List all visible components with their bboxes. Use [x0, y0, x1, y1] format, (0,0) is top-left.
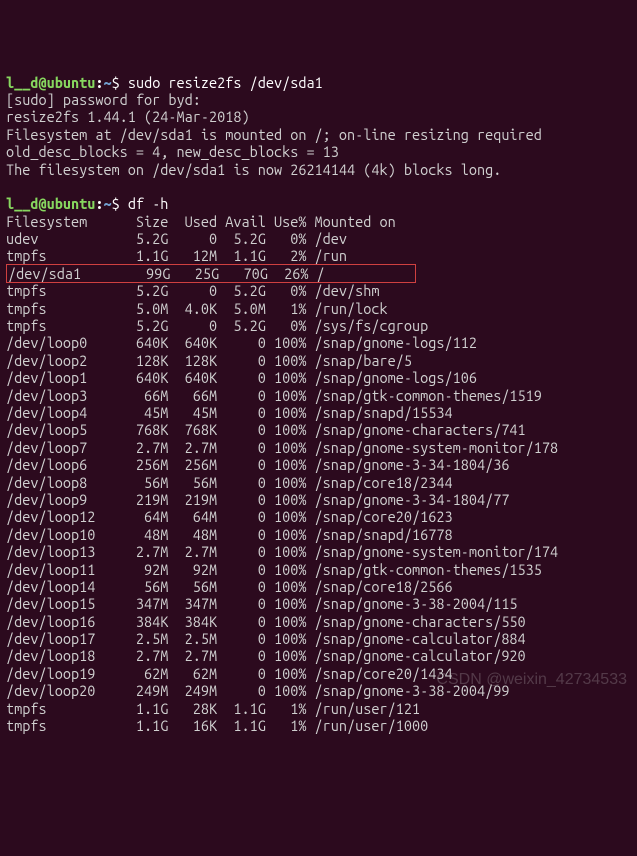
df-row: /dev/loop17 2.5M 2.5M 0 100% /snap/gnome…: [6, 630, 526, 647]
df-row: /dev/loop14 56M 56M 0 100% /snap/core18/…: [6, 578, 453, 595]
output-line: The filesystem on /dev/sda1 is now 26214…: [6, 161, 501, 178]
command-text: sudo resize2fs /dev/sda1: [128, 74, 323, 91]
df-row: /dev/loop2 128K 128K 0 100% /snap/bare/5: [6, 352, 412, 369]
output-line: resize2fs 1.44.1 (24-Mar-2018): [6, 108, 250, 125]
df-row: tmpfs 5.2G 0 5.2G 0% /dev/shm: [6, 282, 380, 299]
df-row: /dev/loop1 640K 640K 0 100% /snap/gnome-…: [6, 369, 477, 386]
df-row: tmpfs 5.2G 0 5.2G 0% /sys/fs/cgroup: [6, 317, 428, 334]
terminal[interactable]: l__d@ubuntu:~$ sudo resize2fs /dev/sda1 …: [6, 74, 631, 735]
prompt-line-2: l__d@ubuntu:~$ df -h: [6, 195, 168, 212]
df-row: /dev/loop18 2.7M 2.7M 0 100% /snap/gnome…: [6, 647, 526, 664]
df-row: /dev/loop0 640K 640K 0 100% /snap/gnome-…: [6, 334, 477, 351]
prompt-path: ~: [103, 74, 111, 91]
prompt-line-1: l__d@ubuntu:~$ sudo resize2fs /dev/sda1: [6, 74, 323, 91]
df-row: /dev/loop15 347M 347M 0 100% /snap/gnome…: [6, 595, 518, 612]
df-row: tmpfs 1.1G 16K 1.1G 1% /run/user/1000: [6, 717, 428, 734]
output-line: old_desc_blocks = 4, new_desc_blocks = 1…: [6, 143, 339, 160]
df-header: Filesystem Size Used Avail Use% Mounted …: [6, 213, 396, 230]
df-row: /dev/loop9 219M 219M 0 100% /snap/gnome-…: [6, 491, 509, 508]
prompt-dollar: $: [112, 195, 128, 212]
df-row: /dev/loop6 256M 256M 0 100% /snap/gnome-…: [6, 456, 509, 473]
df-row: /dev/loop19 62M 62M 0 100% /snap/core20/…: [6, 665, 453, 682]
df-row: /dev/loop8 56M 56M 0 100% /snap/core18/2…: [6, 474, 453, 491]
prompt-dollar: $: [112, 74, 128, 91]
command-text: df -h: [128, 195, 169, 212]
df-row: /dev/loop16 384K 384K 0 100% /snap/gnome…: [6, 613, 526, 630]
df-row: tmpfs 1.1G 28K 1.1G 1% /run/user/121: [6, 700, 420, 717]
df-rows: udev 5.2G 0 5.2G 0% /dev tmpfs 1.1G 12M …: [6, 230, 558, 734]
df-row: tmpfs 1.1G 12M 1.1G 2% /run: [6, 247, 347, 264]
df-row: /dev/loop13 2.7M 2.7M 0 100% /snap/gnome…: [6, 543, 558, 560]
df-row: /dev/loop11 92M 92M 0 100% /snap/gtk-com…: [6, 561, 542, 578]
output-line: Filesystem at /dev/sda1 is mounted on /;…: [6, 126, 542, 143]
df-row: /dev/loop20 249M 249M 0 100% /snap/gnome…: [6, 682, 509, 699]
df-row: /dev/loop5 768K 768K 0 100% /snap/gnome-…: [6, 421, 526, 438]
prompt-path: ~: [103, 195, 111, 212]
df-row: udev 5.2G 0 5.2G 0% /dev: [6, 230, 347, 247]
df-row: /dev/loop10 48M 48M 0 100% /snap/snapd/1…: [6, 526, 453, 543]
df-row: /dev/loop3 66M 66M 0 100% /snap/gtk-comm…: [6, 387, 542, 404]
output-line: [sudo] password for byd:: [6, 91, 201, 108]
df-row: /dev/loop12 64M 64M 0 100% /snap/core20/…: [6, 508, 453, 525]
df-row: /dev/loop7 2.7M 2.7M 0 100% /snap/gnome-…: [6, 439, 558, 456]
prompt-user: l__d@ubuntu: [6, 74, 95, 91]
df-row: /dev/loop4 45M 45M 0 100% /snap/snapd/15…: [6, 404, 453, 421]
prompt-user: l__d@ubuntu: [6, 195, 95, 212]
df-row: tmpfs 5.0M 4.0K 5.0M 1% /run/lock: [6, 300, 388, 317]
df-row-highlighted: /dev/sda1 99G 25G 70G 26% /: [6, 264, 416, 283]
